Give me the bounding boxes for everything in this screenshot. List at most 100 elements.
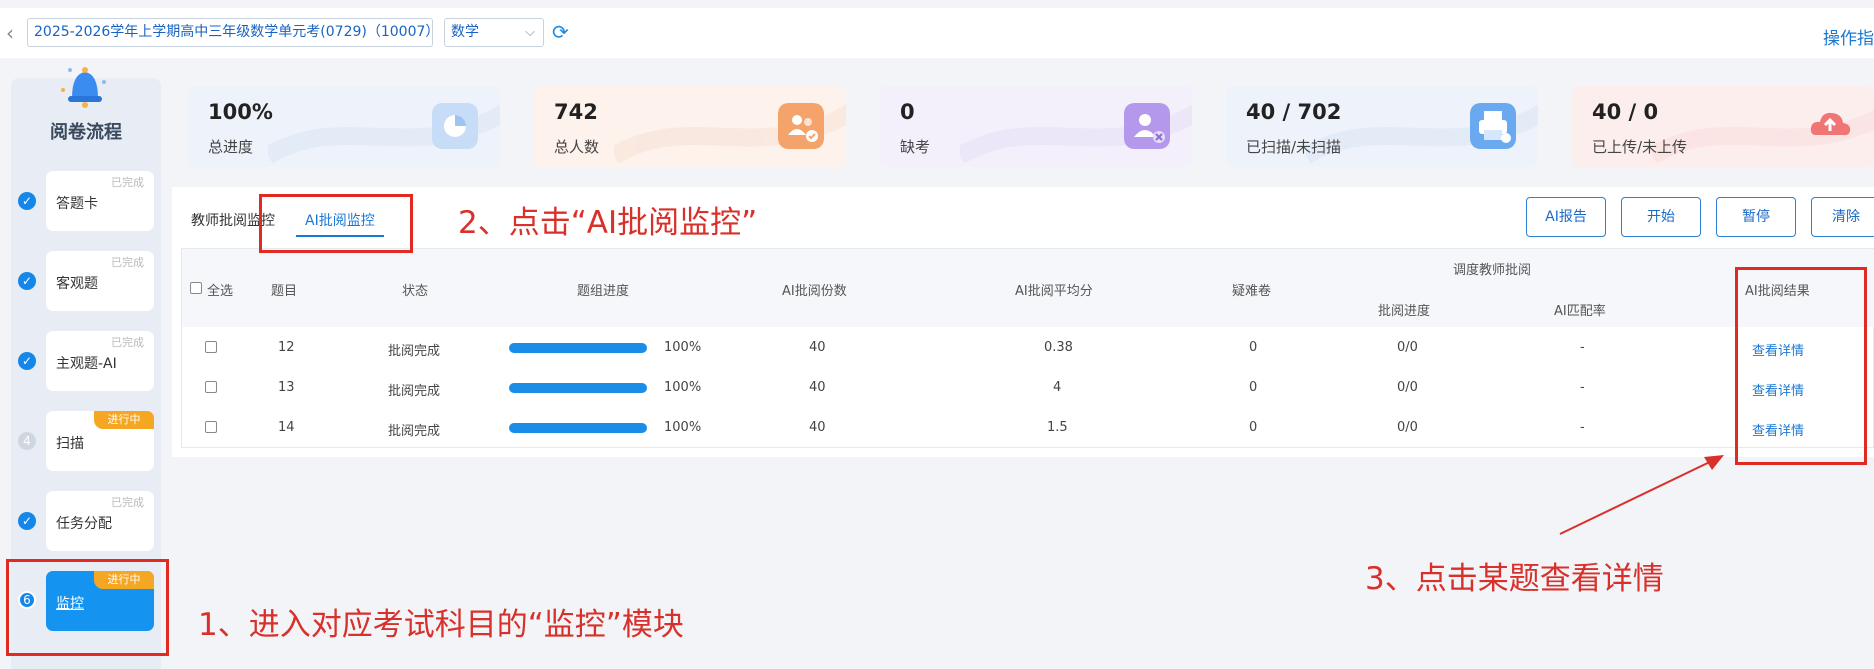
users-icon	[778, 103, 824, 149]
step-status: 已完成	[111, 176, 144, 189]
step-status: 已完成	[111, 336, 144, 349]
progress-bar	[509, 423, 647, 433]
step-answer-card[interactable]: 已完成 答题卡	[46, 171, 154, 231]
col-progress: 题组进度	[577, 284, 630, 299]
pie-chart-icon	[432, 103, 478, 149]
stat-value: 0	[900, 100, 915, 124]
cell-status: 批阅完成	[388, 344, 441, 359]
back-icon[interactable]: ‹	[6, 21, 14, 45]
step-label: 扫描	[56, 436, 84, 452]
cell-status: 批阅完成	[388, 424, 441, 439]
cell-ai-count: 40	[809, 420, 826, 435]
user-absent-icon	[1124, 103, 1170, 149]
stat-value: 100%	[208, 100, 273, 124]
step-objective[interactable]: 已完成 客观题	[46, 251, 154, 311]
subject-select[interactable]: 数学 ⌵	[444, 18, 544, 47]
stat-card-total: 742 总人数	[534, 86, 846, 167]
col-ai-avg: AI批阅平均分	[1015, 284, 1093, 299]
stat-label: 已上传/未上传	[1592, 138, 1688, 156]
sidebar-title: 阅卷流程	[50, 122, 122, 143]
progress-fill	[509, 383, 647, 393]
annotation-step3: 3、点击某题查看详情	[1365, 561, 1664, 597]
check-icon: ✓	[18, 192, 36, 210]
highlight-ai-tab	[259, 194, 413, 253]
col-question: 题目	[271, 284, 298, 299]
cell-progress-text: 100%	[664, 420, 702, 435]
cell-question: 12	[278, 340, 295, 355]
cell-ai-count: 40	[809, 380, 826, 395]
upload-icon	[1810, 112, 1851, 136]
start-button[interactable]: 开始	[1621, 197, 1701, 237]
cell-ai-avg: 4	[1053, 380, 1062, 395]
check-icon: ✓	[18, 512, 36, 530]
stat-value: 40 / 0	[1592, 100, 1659, 124]
cell-status: 批阅完成	[388, 384, 441, 399]
row-checkbox[interactable]	[205, 341, 217, 353]
check-icon: ✓	[18, 352, 36, 370]
select-all-label: 全选	[207, 284, 234, 299]
subject-value: 数学	[451, 24, 479, 40]
refresh-icon[interactable]: ⟳	[552, 20, 569, 44]
cell-hard: 0	[1249, 420, 1258, 435]
col-ai-count: AI批阅份数	[782, 284, 847, 299]
cell-ai-count: 40	[809, 340, 826, 355]
step-number: 4	[18, 432, 36, 450]
cell-ai-avg: 1.5	[1047, 420, 1068, 435]
step-label: 答题卡	[56, 196, 98, 212]
cell-hard: 0	[1249, 340, 1258, 355]
cell-match-rate: -	[1580, 420, 1585, 435]
progress-fill	[509, 343, 647, 353]
step-status: 已完成	[111, 256, 144, 269]
cell-dispatch-progress: 0/0	[1397, 340, 1418, 355]
stat-label: 已扫描/未扫描	[1246, 138, 1342, 156]
row-checkbox[interactable]	[205, 381, 217, 393]
annotation-arrow	[1559, 455, 1724, 535]
progress-fill	[509, 423, 647, 433]
step-status: 进行中	[94, 411, 154, 429]
cell-progress-text: 100%	[664, 340, 702, 355]
exam-select[interactable]: 2025-2026学年上学期高中三年级数学单元考(0729)（10007）	[27, 18, 433, 47]
cell-match-rate: -	[1580, 380, 1585, 395]
progress-bar	[509, 343, 647, 353]
select-all-checkbox[interactable]	[190, 282, 202, 294]
col-hard: 疑难卷	[1232, 284, 1272, 299]
check-icon: ✓	[18, 272, 36, 290]
top-bar: ‹ 2025-2026学年上学期高中三年级数学单元考(0729)（10007） …	[0, 8, 1874, 58]
step-label: 客观题	[56, 276, 98, 292]
row-checkbox[interactable]	[205, 421, 217, 433]
cell-question: 14	[278, 420, 295, 435]
ai-report-button[interactable]: AI报告	[1526, 197, 1606, 237]
col-match-rate: AI匹配率	[1554, 304, 1606, 319]
chevron-down-icon: ⌵	[525, 25, 535, 40]
cell-question: 13	[278, 380, 295, 395]
step-scan[interactable]: 进行中 扫描	[46, 411, 154, 471]
stat-value: 40 / 702	[1246, 100, 1342, 124]
stat-label: 总人数	[554, 138, 600, 156]
page: ‹ 2025-2026学年上学期高中三年级数学单元考(0729)（10007） …	[0, 0, 1874, 669]
cell-dispatch-progress: 0/0	[1397, 380, 1418, 395]
stat-label: 缺考	[900, 138, 931, 156]
step-task-assign[interactable]: 已完成 任务分配	[46, 491, 154, 551]
pause-button[interactable]: 暂停	[1716, 197, 1796, 237]
bell-icon	[61, 67, 106, 108]
step-label: 任务分配	[56, 516, 112, 532]
step-subjective-ai[interactable]: 已完成 主观题-AI	[46, 331, 154, 391]
col-status: 状态	[402, 284, 429, 299]
col-dispatch: 调度教师批阅	[1453, 263, 1532, 278]
cell-ai-avg: 0.38	[1044, 340, 1073, 355]
cell-hard: 0	[1249, 380, 1258, 395]
cell-progress-text: 100%	[664, 380, 702, 395]
step-status: 已完成	[111, 496, 144, 509]
annotation-step1: 1、进入对应考试科目的“监控”模块	[198, 607, 684, 643]
ops-guide-link[interactable]: 操作指	[1823, 24, 1874, 49]
highlight-result-column	[1735, 267, 1867, 465]
scanner-icon	[1470, 103, 1516, 149]
step-label: 主观题-AI	[56, 356, 117, 372]
progress-bar	[509, 383, 647, 393]
annotation-step2: 2、点击“AI批阅监控”	[458, 205, 758, 241]
stat-card-progress: 100% 总进度	[188, 86, 500, 167]
clear-button[interactable]: 清除	[1811, 197, 1874, 237]
cell-dispatch-progress: 0/0	[1397, 420, 1418, 435]
stat-card-scan: 40 / 702 已扫描/未扫描	[1226, 86, 1538, 167]
col-dispatch-progress: 批阅进度	[1378, 304, 1431, 319]
